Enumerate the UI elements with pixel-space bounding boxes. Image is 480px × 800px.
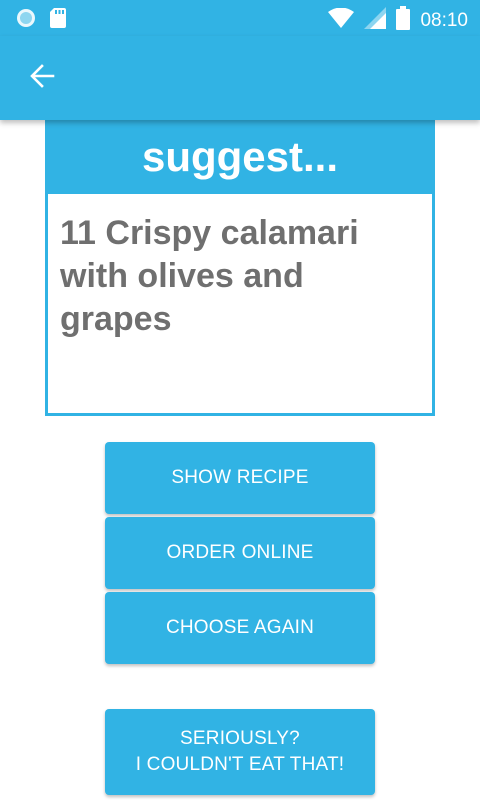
suggestion-header: suggest... (141, 133, 339, 180)
app-bar (0, 36, 480, 120)
show-recipe-button[interactable]: SHOW RECIPE (105, 442, 375, 514)
suggestion-text: 11 Crispy calamari with olives and grape… (48, 194, 432, 413)
reject-suggestion-button[interactable]: SERIOUSLY? I COULDN'T EAT THAT! (105, 709, 375, 795)
cell-signal-icon (364, 7, 387, 34)
status-left-icons (16, 8, 66, 33)
order-online-button[interactable]: ORDER ONLINE (105, 517, 375, 589)
suggestion-card: suggest... 11 Crispy calamari with olive… (45, 120, 435, 416)
sd-card-icon (50, 8, 66, 33)
wifi-icon (328, 7, 355, 33)
back-button[interactable] (18, 54, 66, 102)
arrow-left-icon (29, 63, 55, 94)
status-time: 08:10 (420, 9, 468, 31)
choose-again-button[interactable]: CHOOSE AGAIN (105, 592, 375, 664)
status-right-icons: 08:10 (328, 6, 468, 35)
battery-icon (396, 6, 411, 35)
circle-notification-icon (16, 8, 36, 33)
status-bar: 08:10 (0, 0, 480, 36)
